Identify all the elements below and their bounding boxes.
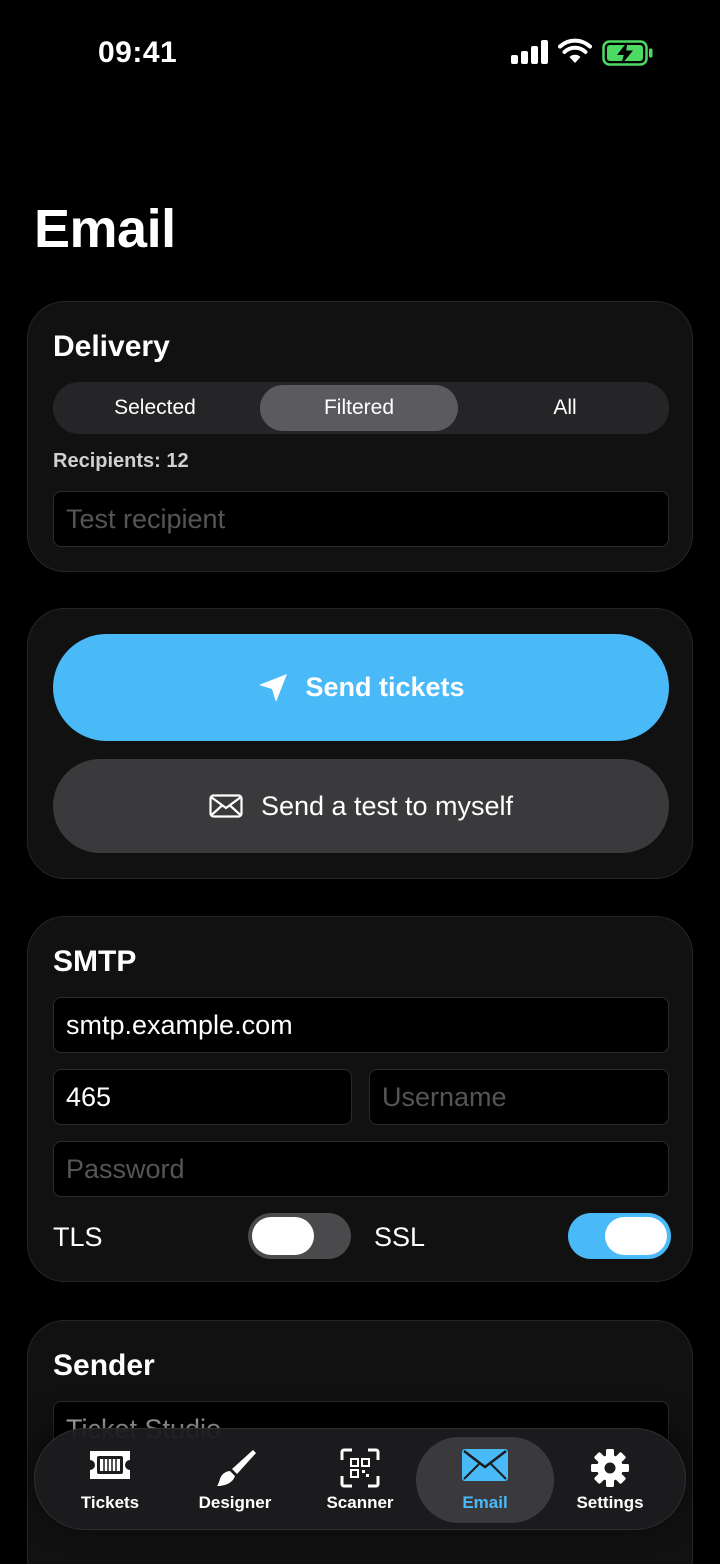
wifi-icon bbox=[558, 38, 592, 63]
tls-toggle[interactable] bbox=[248, 1213, 351, 1259]
tab-settings-label: Settings bbox=[576, 1493, 644, 1512]
paintbrush-icon bbox=[217, 1450, 256, 1486]
test-recipient-input[interactable]: Test recipient bbox=[53, 491, 669, 547]
gear-icon bbox=[591, 1449, 629, 1487]
segment-all[interactable]: All bbox=[465, 385, 665, 431]
send-test-label: Send a test to myself bbox=[260, 790, 514, 821]
smtp-password-input[interactable]: Password bbox=[53, 1141, 669, 1197]
segment-selected[interactable]: Selected bbox=[57, 385, 253, 431]
send-tickets-button[interactable]: Send tickets bbox=[53, 634, 669, 741]
tab-bar: Tickets Designer Scanner Email Settings bbox=[34, 1428, 686, 1530]
send-card: Send tickets Send a test to myself bbox=[27, 608, 693, 879]
delivery-segmented-control: Selected Filtered All bbox=[53, 382, 669, 434]
ssl-toggle[interactable] bbox=[568, 1213, 671, 1259]
smtp-host-input[interactable]: smtp.example.com bbox=[53, 997, 669, 1053]
tab-email-label: Email bbox=[462, 1493, 508, 1512]
tab-designer-label: Designer bbox=[198, 1493, 272, 1512]
sender-title: Sender bbox=[53, 1349, 155, 1382]
qr-scanner-icon bbox=[340, 1448, 380, 1488]
page-title: Email bbox=[34, 199, 176, 259]
cellular-signal-icon bbox=[511, 40, 549, 64]
tab-tickets[interactable]: Tickets bbox=[46, 1437, 174, 1523]
segment-filtered[interactable]: Filtered bbox=[260, 385, 458, 431]
ssl-toggle-knob bbox=[605, 1217, 667, 1255]
tls-toggle-knob bbox=[252, 1217, 314, 1255]
smtp-title: SMTP bbox=[53, 945, 137, 978]
battery-charging-icon bbox=[602, 40, 653, 66]
smtp-port-input[interactable]: 465 bbox=[53, 1069, 352, 1125]
send-tickets-label: Send tickets bbox=[305, 672, 465, 702]
tab-scanner[interactable]: Scanner bbox=[296, 1437, 424, 1523]
ssl-label: SSL bbox=[374, 1222, 426, 1252]
tab-tickets-label: Tickets bbox=[80, 1493, 140, 1512]
delivery-title: Delivery bbox=[53, 330, 170, 363]
tls-label: TLS bbox=[53, 1222, 103, 1252]
tab-designer[interactable]: Designer bbox=[171, 1437, 299, 1523]
paper-plane-icon bbox=[259, 673, 288, 702]
recipients-count: Recipients: 12 bbox=[53, 450, 189, 472]
tab-settings[interactable]: Settings bbox=[546, 1437, 674, 1523]
ticket-icon bbox=[90, 1451, 130, 1479]
tab-scanner-label: Scanner bbox=[326, 1493, 394, 1512]
smtp-card: SMTP smtp.example.com 465 Username Passw… bbox=[27, 916, 693, 1282]
delivery-card: Delivery Selected Filtered All Recipient… bbox=[27, 301, 693, 572]
tab-email[interactable]: Email bbox=[416, 1437, 554, 1523]
status-time: 09:41 bbox=[98, 36, 178, 69]
smtp-username-input[interactable]: Username bbox=[369, 1069, 669, 1125]
status-bar: 09:41 bbox=[0, 0, 720, 110]
envelope-outline-icon bbox=[209, 794, 243, 818]
envelope-icon bbox=[462, 1449, 508, 1481]
send-test-button[interactable]: Send a test to myself bbox=[53, 759, 669, 853]
